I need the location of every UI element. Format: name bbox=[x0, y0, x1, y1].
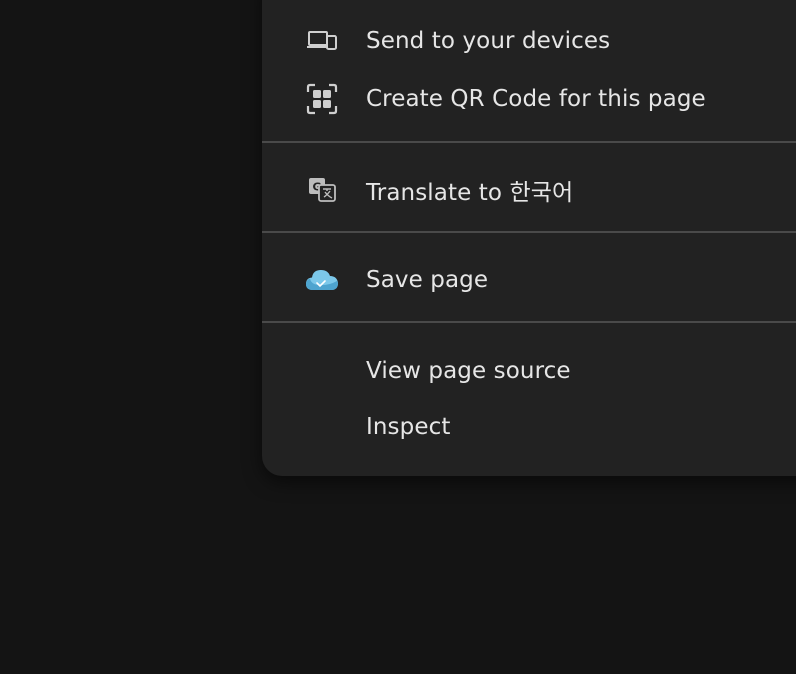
menu-item-inspect[interactable]: Inspect bbox=[262, 402, 796, 452]
menu-item-create-qr-code[interactable]: Create QR Code for this page bbox=[262, 74, 796, 124]
menu-separator bbox=[262, 321, 796, 323]
cloud-save-icon bbox=[304, 262, 340, 298]
menu-separator bbox=[262, 141, 796, 143]
menu-item-label: Inspect bbox=[366, 414, 451, 440]
menu-item-send-to-devices[interactable]: Send to your devices bbox=[262, 16, 796, 66]
menu-separator bbox=[262, 231, 796, 233]
menu-item-label: Create QR Code for this page bbox=[366, 86, 706, 112]
qr-code-icon bbox=[304, 81, 340, 117]
menu-item-label: Save page bbox=[366, 267, 489, 293]
context-menu: Send to your devices Create QR Code for … bbox=[262, 0, 796, 476]
menu-item-label: Translate to 한국어 bbox=[366, 180, 574, 206]
menu-item-label: View page source bbox=[366, 358, 571, 384]
menu-item-translate[interactable]: G Translate to 한국어 bbox=[262, 165, 796, 215]
devices-icon bbox=[304, 23, 340, 59]
menu-item-label: Send to your devices bbox=[366, 28, 611, 54]
translate-icon: G bbox=[304, 172, 340, 208]
menu-item-save-page[interactable]: Save page bbox=[262, 255, 796, 305]
menu-item-view-page-source[interactable]: View page source bbox=[262, 346, 796, 396]
